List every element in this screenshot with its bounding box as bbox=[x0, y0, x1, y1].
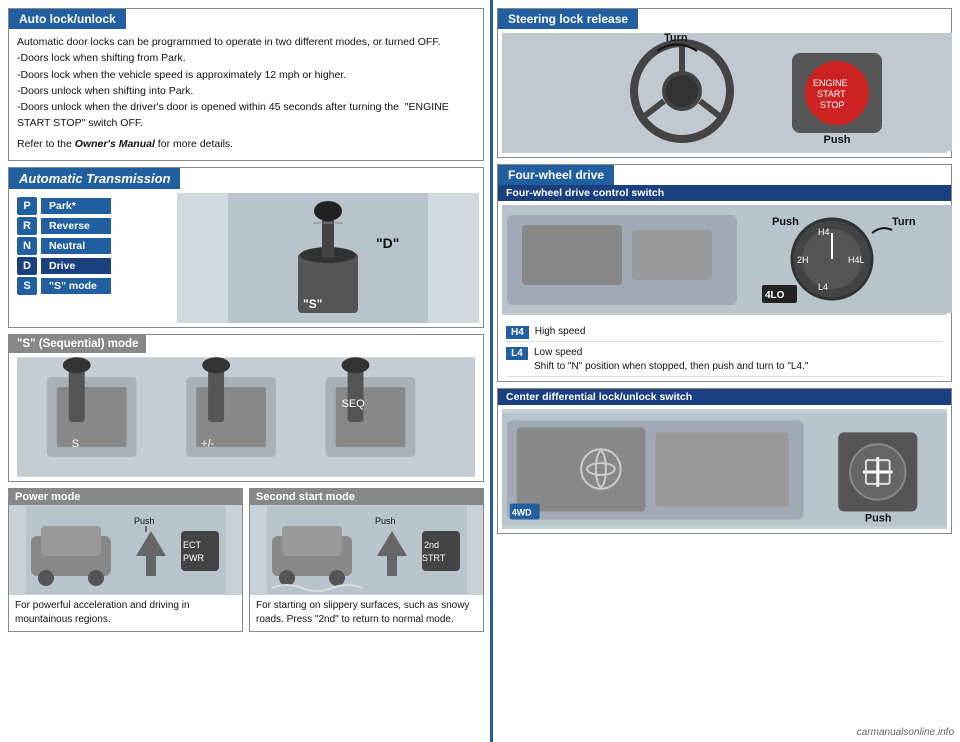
svg-text:4WD: 4WD bbox=[512, 507, 532, 517]
four-wheel-image: H4 L4 2H H4L 4LO Push Turn bbox=[502, 205, 947, 315]
h4-text: High speed bbox=[535, 325, 586, 339]
s-mode-svg: S +/- SEQ bbox=[17, 357, 475, 477]
svg-text:START: START bbox=[817, 89, 846, 99]
center-diff-section: Center differential lock/unlock switch bbox=[497, 388, 952, 534]
auto-lock-line2: -Doors lock when shifting from Park. bbox=[17, 50, 475, 66]
svg-text:Push: Push bbox=[772, 216, 799, 228]
gear-letter-p: P bbox=[17, 197, 37, 215]
watermark: carmanualsonline.info bbox=[857, 727, 954, 738]
auto-lock-line4: -Doors unlock when shifting into Park. bbox=[17, 83, 475, 99]
second-start-header: Second start mode bbox=[250, 489, 483, 505]
automatic-transmission-header: Automatic Transmission bbox=[9, 168, 180, 189]
center-diff-svg: Push 4WD bbox=[502, 412, 947, 527]
h4-badge: H4 bbox=[506, 326, 529, 339]
steering-lock-image: Turn ENGINE START STOP Push bbox=[502, 33, 947, 153]
bottom-modes: Power mode ECT bbox=[8, 488, 484, 632]
auto-lock-line1: Automatic door locks can be programmed t… bbox=[17, 34, 475, 50]
svg-text:L4: L4 bbox=[818, 282, 828, 292]
second-start-svg: 2nd STRT Push bbox=[267, 506, 467, 594]
gear-letter-r: R bbox=[17, 217, 37, 235]
four-wheel-drive-section: Four-wheel drive Four-wheel drive contro… bbox=[497, 164, 952, 382]
four-wheel-drive-header: Four-wheel drive bbox=[498, 165, 614, 185]
gear-name-s: "S" mode bbox=[41, 278, 111, 294]
svg-text:+/-: +/- bbox=[201, 438, 214, 450]
second-start-image: 2nd STRT Push bbox=[250, 505, 483, 595]
four-wheel-svg: H4 L4 2H H4L 4LO Push Turn bbox=[502, 205, 952, 313]
gear-letter-d: D bbox=[17, 257, 37, 275]
auto-lock-line5: -Doors unlock when the driver's door is … bbox=[17, 99, 475, 132]
svg-text:"S": "S" bbox=[303, 297, 322, 311]
svg-text:ENGINE: ENGINE bbox=[813, 78, 848, 88]
legend-row-h4: H4 High speed bbox=[506, 323, 943, 342]
gear-row-r: R Reverse bbox=[17, 217, 169, 235]
power-mode-image: ECT PWR Push bbox=[9, 505, 242, 595]
l4-text: Low speedShift to "N" position when stop… bbox=[534, 346, 808, 374]
l4-badge: L4 bbox=[506, 347, 528, 360]
svg-text:Push: Push bbox=[865, 512, 892, 524]
automatic-transmission-section: Automatic Transmission P Park* R Reverse… bbox=[8, 167, 484, 328]
power-mode-header: Power mode bbox=[9, 489, 242, 505]
svg-text:H4: H4 bbox=[818, 227, 830, 237]
svg-text:SEQ: SEQ bbox=[342, 398, 365, 410]
gear-name-r: Reverse bbox=[41, 218, 111, 234]
page-container: Auto lock/unlock Automatic door locks ca… bbox=[0, 0, 960, 742]
svg-text:ECT: ECT bbox=[183, 540, 202, 550]
svg-text:Turn: Turn bbox=[892, 216, 916, 228]
four-wheel-control-switch-header: Four-wheel drive control switch bbox=[498, 185, 951, 201]
gear-name-n: Neutral bbox=[41, 238, 111, 254]
svg-text:2H: 2H bbox=[797, 255, 809, 265]
second-start-mode-box: Second start mode bbox=[249, 488, 484, 632]
s-mode-header: "S" (Sequential) mode bbox=[9, 335, 146, 353]
svg-text:"D": "D" bbox=[376, 235, 399, 251]
gear-name-p: Park* bbox=[41, 198, 111, 214]
right-column: Steering lock release Turn ENGIN bbox=[490, 0, 960, 742]
auto-lock-line3: -Doors lock when the vehicle speed is ap… bbox=[17, 67, 475, 83]
center-diff-image: Push 4WD bbox=[502, 409, 947, 529]
at-content: P Park* R Reverse N Neutral D Drive bbox=[9, 189, 483, 327]
s-mode-content: S +/- SEQ bbox=[9, 353, 483, 481]
power-mode-svg: ECT PWR Push bbox=[26, 506, 226, 594]
h4-l4-legend: H4 High speed L4 Low speedShift to "N" p… bbox=[498, 319, 951, 381]
gear-row-n: N Neutral bbox=[17, 237, 169, 255]
power-mode-box: Power mode ECT bbox=[8, 488, 243, 632]
gear-letter-s: S bbox=[17, 277, 37, 295]
steering-lock-svg: Turn ENGINE START STOP Push bbox=[502, 33, 952, 151]
svg-text:Turn: Turn bbox=[664, 33, 688, 44]
svg-text:PWR: PWR bbox=[183, 553, 204, 563]
gear-row-p: P Park* bbox=[17, 197, 169, 215]
auto-lock-ref: Refer to the Owner's Manual for more det… bbox=[17, 136, 475, 152]
svg-text:Push: Push bbox=[824, 134, 851, 146]
auto-lock-content: Automatic door locks can be programmed t… bbox=[9, 29, 483, 160]
s-mode-section: "S" (Sequential) mode S +/- bbox=[8, 334, 484, 482]
auto-lock-header: Auto lock/unlock bbox=[9, 9, 126, 29]
svg-text:STRT: STRT bbox=[422, 553, 446, 563]
gear-row-d: D Drive bbox=[17, 257, 169, 275]
svg-text:Push: Push bbox=[375, 516, 396, 526]
gear-row-s: S "S" mode bbox=[17, 277, 169, 295]
svg-text:Push: Push bbox=[134, 516, 155, 526]
svg-text:S: S bbox=[72, 438, 79, 450]
power-mode-caption: For powerful acceleration and driving in… bbox=[9, 595, 242, 631]
left-column: Auto lock/unlock Automatic door locks ca… bbox=[0, 0, 490, 742]
svg-text:STOP: STOP bbox=[820, 100, 844, 110]
steering-lock-section: Steering lock release Turn ENGIN bbox=[497, 8, 952, 158]
second-start-caption: For starting on slippery surfaces, such … bbox=[250, 595, 483, 631]
legend-row-l4: L4 Low speedShift to "N" position when s… bbox=[506, 344, 943, 377]
center-diff-header: Center differential lock/unlock switch bbox=[498, 389, 951, 405]
svg-text:H4L: H4L bbox=[848, 255, 865, 265]
svg-text:4LO: 4LO bbox=[765, 290, 785, 301]
gear-image-area: "D" "S" bbox=[177, 193, 479, 323]
gear-table: P Park* R Reverse N Neutral D Drive bbox=[13, 193, 173, 323]
steering-lock-header: Steering lock release bbox=[498, 9, 638, 29]
auto-lock-section: Auto lock/unlock Automatic door locks ca… bbox=[8, 8, 484, 161]
gear-shifter-svg: "D" "S" bbox=[228, 193, 428, 323]
gear-letter-n: N bbox=[17, 237, 37, 255]
svg-text:2nd: 2nd bbox=[424, 540, 439, 550]
gear-name-d: Drive bbox=[41, 258, 111, 274]
